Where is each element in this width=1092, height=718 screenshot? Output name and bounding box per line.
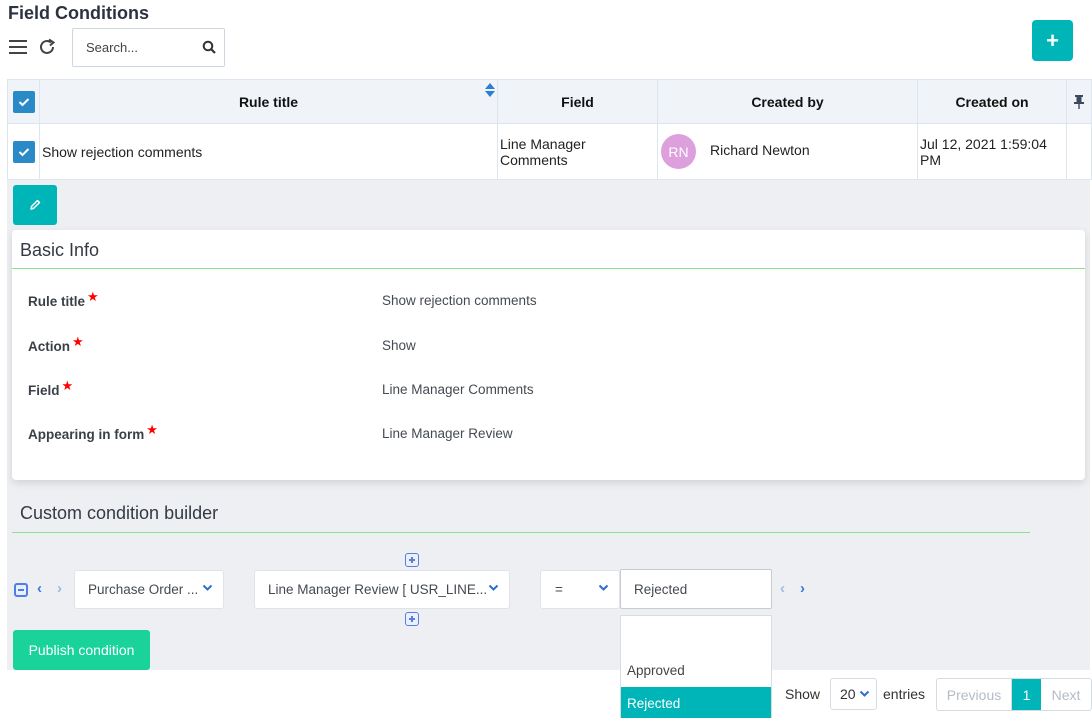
chevron-left-icon[interactable]: ‹ xyxy=(780,580,785,597)
remove-condition-icon[interactable] xyxy=(14,583,28,597)
add-condition-above-icon[interactable] xyxy=(405,553,419,567)
page-size-value: 20 xyxy=(840,686,856,702)
pencil-icon xyxy=(30,199,41,210)
info-label: Field ★ xyxy=(28,378,73,399)
condition-value-input[interactable]: Rejected xyxy=(620,569,772,609)
label-text: Field xyxy=(28,383,60,398)
info-row-action: Action ★ Show xyxy=(28,334,1068,359)
basic-info-card: Basic Info Rule title ★ Show rejection co… xyxy=(12,230,1085,480)
row-checkbox[interactable] xyxy=(12,140,35,163)
info-row-rule-title: Rule title ★ Show rejection comments xyxy=(28,289,1068,314)
edit-button[interactable] xyxy=(13,185,57,225)
column-header-created-by[interactable]: Created by xyxy=(658,80,918,123)
divider xyxy=(12,532,1030,533)
previous-page-button[interactable]: Previous xyxy=(937,679,1012,710)
value-dropdown-list: Approved Rejected xyxy=(620,615,772,718)
show-label: Show xyxy=(785,686,821,702)
chevron-right-icon[interactable]: › xyxy=(800,580,805,597)
add-rule-button[interactable]: + xyxy=(1032,20,1073,61)
cell-created-by: RN Richard Newton xyxy=(658,124,918,179)
required-star-icon: ★ xyxy=(87,289,99,304)
required-star-icon: ★ xyxy=(146,422,158,437)
info-value: Show rejection comments xyxy=(382,293,537,308)
page-size-select[interactable]: 20 xyxy=(830,678,877,710)
chevron-right-icon[interactable]: › xyxy=(57,580,62,597)
chevron-down-icon xyxy=(859,690,869,697)
sort-icon[interactable] xyxy=(485,83,495,97)
dropdown-option-rejected[interactable]: Rejected xyxy=(621,687,771,718)
next-page-button[interactable]: Next xyxy=(1041,679,1091,710)
chevron-down-icon xyxy=(598,584,609,591)
table-header: Rule title Field Created by Created on xyxy=(7,79,1092,124)
cell-created-on: Jul 12, 2021 1:59:04 PM xyxy=(918,124,1067,179)
select-value: = xyxy=(555,582,563,597)
refresh-icon[interactable] xyxy=(36,36,58,58)
pin-column-cell xyxy=(1067,80,1092,123)
search-input[interactable] xyxy=(86,40,206,55)
column-header-rule-title[interactable]: Rule title xyxy=(40,80,498,123)
entries-label: entries xyxy=(883,686,926,702)
select-value: Line Manager Review [ USR_LINE... xyxy=(268,582,488,597)
rules-table: Rule title Field Created by Created on S… xyxy=(7,79,1092,180)
add-condition-below-icon[interactable] xyxy=(405,612,419,626)
cell-rule-title: Show rejection comments xyxy=(40,124,498,179)
field-select[interactable]: Line Manager Review [ USR_LINE... xyxy=(254,570,510,609)
column-label: Field xyxy=(561,93,594,110)
column-label: Created by xyxy=(751,93,824,110)
operator-select[interactable]: = xyxy=(540,570,620,609)
cell-field: Line Manager Comments xyxy=(498,124,658,179)
cell-pin xyxy=(1067,124,1092,179)
hamburger-menu-icon[interactable] xyxy=(7,36,29,58)
info-label: Action ★ xyxy=(28,334,84,355)
select-all-checkbox[interactable] xyxy=(12,90,35,113)
info-value: Line Manager Comments xyxy=(382,382,534,397)
column-header-field[interactable]: Field xyxy=(498,80,658,123)
source-select[interactable]: Purchase Order ... xyxy=(74,570,224,609)
column-label: Created on xyxy=(955,93,1029,110)
info-label: Rule title ★ xyxy=(28,289,99,310)
info-row-appearing-in-form: Appearing in form ★ Line Manager Review xyxy=(28,422,1068,447)
label-text: Appearing in form xyxy=(28,427,145,442)
info-label: Appearing in form ★ xyxy=(28,422,158,443)
divider xyxy=(12,268,1085,269)
required-star-icon: ★ xyxy=(72,334,84,349)
column-label: Rule title xyxy=(238,93,299,110)
publish-condition-button[interactable]: Publish condition xyxy=(13,630,150,670)
info-value: Show xyxy=(382,338,416,353)
chevron-down-icon xyxy=(202,584,213,591)
creator-name: Richard Newton xyxy=(710,141,810,158)
page-1-button[interactable]: 1 xyxy=(1012,679,1041,710)
required-star-icon: ★ xyxy=(61,378,74,393)
avatar: RN xyxy=(661,134,696,169)
dropdown-option-empty[interactable] xyxy=(621,616,771,654)
column-header-created-on[interactable]: Created on xyxy=(918,80,1067,123)
label-text: Rule title xyxy=(28,294,86,309)
search-icon[interactable] xyxy=(202,40,216,54)
detail-panel: Basic Info Rule title ★ Show rejection co… xyxy=(7,180,1090,670)
table-row[interactable]: Show rejection comments Line Manager Com… xyxy=(7,124,1092,180)
info-value: Line Manager Review xyxy=(382,426,513,441)
page-title: Field Conditions xyxy=(8,3,149,23)
row-select-cell xyxy=(7,124,40,179)
select-value: Purchase Order ... xyxy=(88,582,199,597)
chevron-down-icon xyxy=(488,584,499,591)
pin-icon[interactable] xyxy=(1073,94,1085,110)
label-text: Action xyxy=(28,339,70,354)
basic-info-title: Basic Info xyxy=(20,240,100,260)
pager: Previous 1 Next xyxy=(936,678,1092,711)
condition-builder-title: Custom condition builder xyxy=(20,503,219,523)
dropdown-option-approved[interactable]: Approved xyxy=(621,654,771,686)
search-box[interactable] xyxy=(72,28,225,67)
chevron-left-icon[interactable]: ‹ xyxy=(37,580,42,597)
info-row-field: Field ★ Line Manager Comments xyxy=(28,378,1068,403)
header-select-cell xyxy=(7,80,40,123)
